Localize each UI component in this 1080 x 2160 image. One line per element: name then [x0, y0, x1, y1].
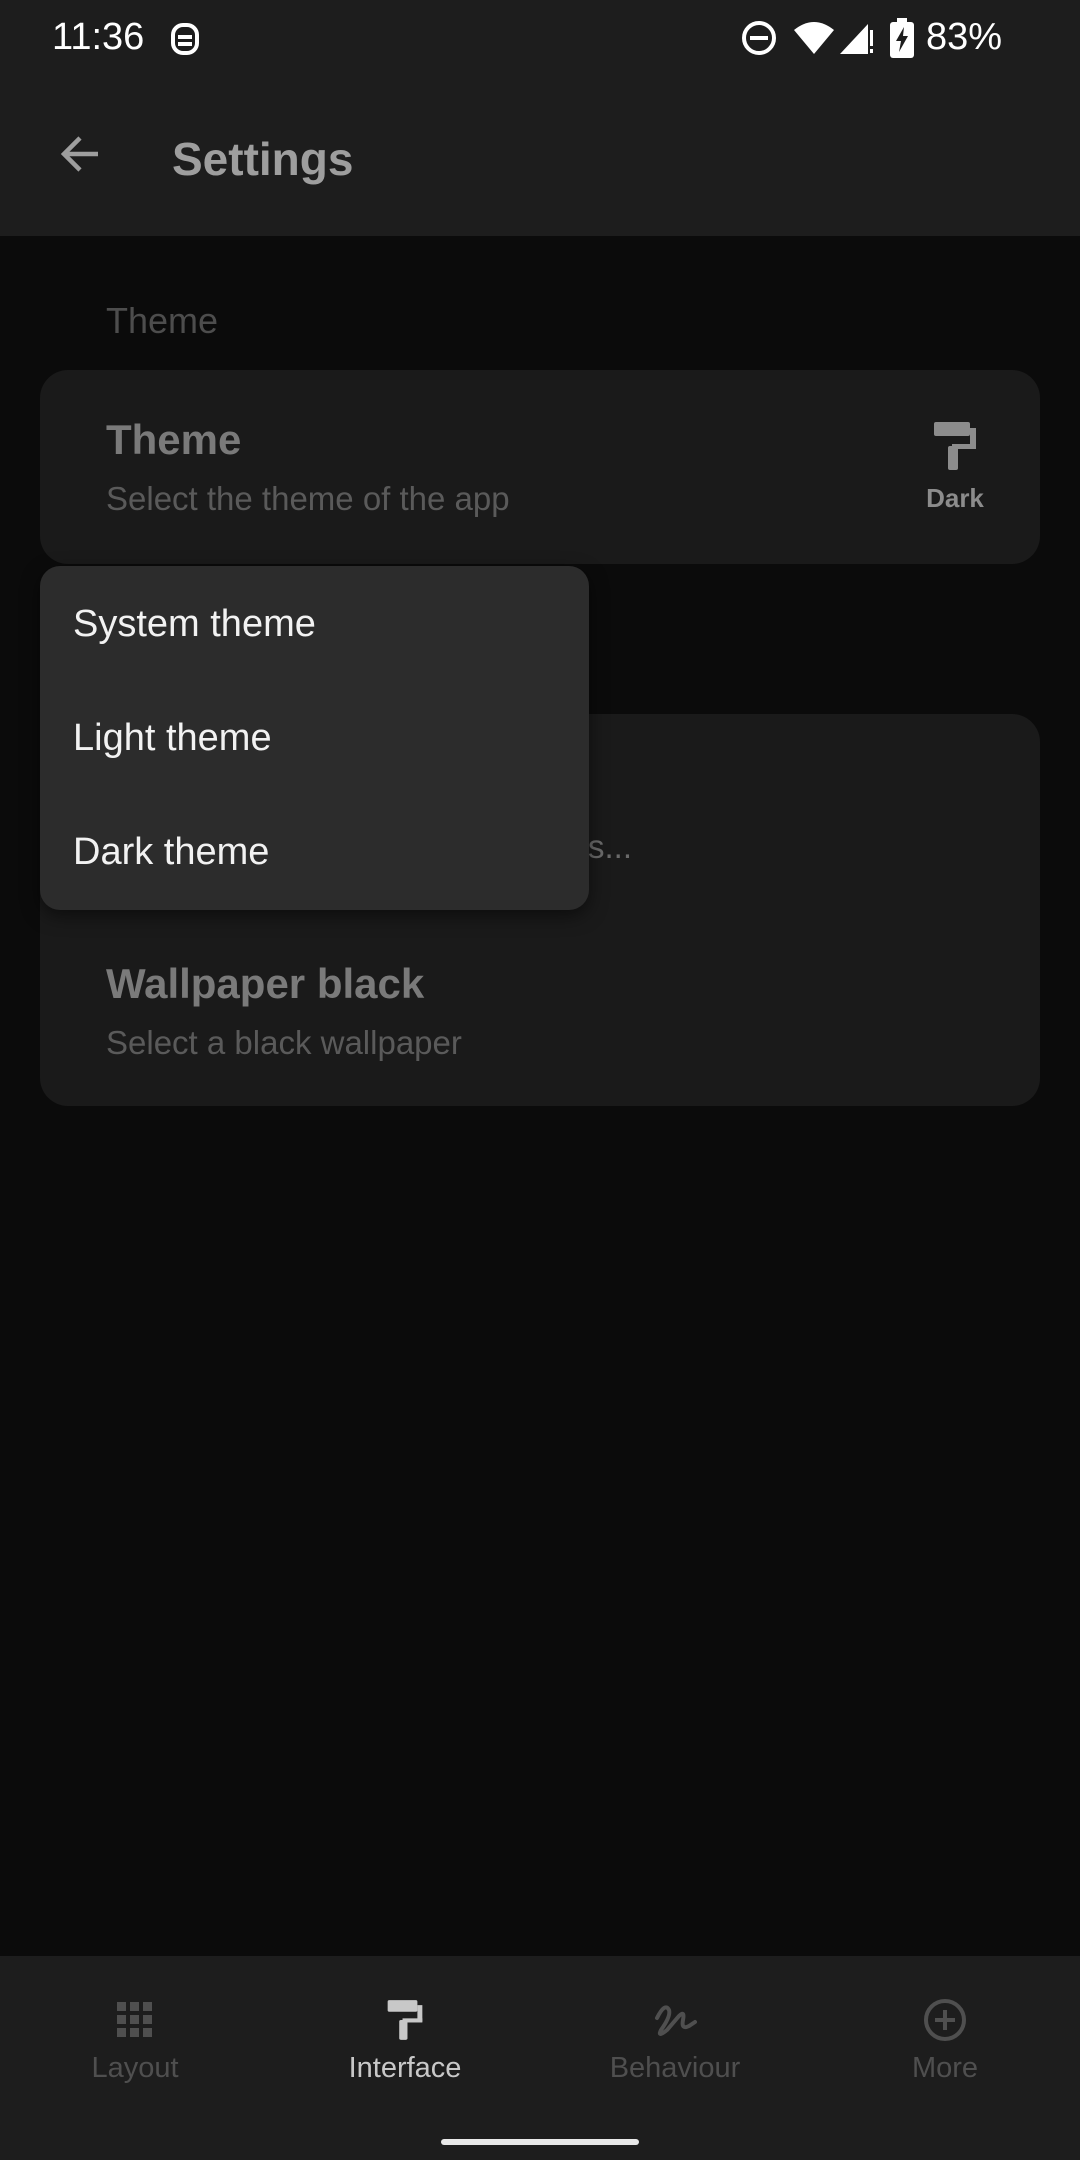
- battery-percentage: 83%: [926, 16, 1003, 58]
- theme-pref-title: Theme: [106, 416, 242, 463]
- theme-preference[interactable]: Theme Select the theme of the app Dark: [40, 370, 1040, 564]
- paint-roller-icon: [934, 422, 976, 470]
- menu-item-light-theme[interactable]: Light theme: [40, 682, 589, 794]
- wifi-icon: [792, 18, 836, 58]
- menu-item-system-theme[interactable]: System theme: [40, 568, 589, 680]
- wallpaper-black-title: Wallpaper black: [106, 960, 425, 1007]
- nav-label-interface: Interface: [348, 2052, 462, 2084]
- nav-item-interface[interactable]: Interface: [270, 1992, 540, 2085]
- paint-roller-icon: [387, 2000, 423, 2040]
- grid-icon: [117, 2002, 152, 2037]
- app-bar: Settings: [0, 78, 1080, 236]
- nav-item-more[interactable]: More: [810, 1992, 1080, 2085]
- battery-charging-icon: [890, 18, 914, 58]
- signal-icon: [838, 18, 874, 58]
- gesture-icon: [655, 2005, 697, 2036]
- plus-circle-icon: [924, 1999, 966, 2041]
- wallpaper-black-subtitle: Select a black wallpaper: [106, 1024, 462, 1061]
- nav-item-layout[interactable]: Layout: [0, 1992, 270, 2085]
- status-time: 11:36: [52, 16, 145, 58]
- section-header: Theme: [106, 300, 219, 341]
- back-button[interactable]: [44, 118, 116, 190]
- nav-item-behaviour[interactable]: Behaviour: [540, 1992, 810, 2085]
- menu-item-dark-theme[interactable]: Dark theme: [40, 796, 589, 908]
- dnd-icon: [740, 18, 778, 58]
- nav-label-more: More: [911, 2052, 979, 2084]
- theme-menu: System theme Light theme Dark theme: [40, 566, 589, 910]
- hidden-pref-subtitle: s...: [588, 828, 633, 865]
- page-title: Settings: [172, 133, 354, 185]
- notification-icon: [168, 18, 202, 58]
- bottom-navigation: Layout Interface Behaviour More: [0, 1956, 1080, 2160]
- theme-pref-subtitle: Select the theme of the app: [106, 480, 510, 517]
- theme-value: Dark: [910, 420, 1000, 514]
- theme-value-label: Dark: [926, 483, 984, 513]
- nav-label-behaviour: Behaviour: [609, 2052, 741, 2084]
- status-bar: 11:36 83%: [0, 0, 1080, 78]
- home-indicator[interactable]: [441, 2139, 639, 2145]
- arrow-back-icon: [60, 136, 98, 172]
- wallpaper-black-preference[interactable]: Wallpaper black Select a black wallpaper: [40, 934, 1040, 1106]
- nav-label-layout: Layout: [91, 2052, 179, 2084]
